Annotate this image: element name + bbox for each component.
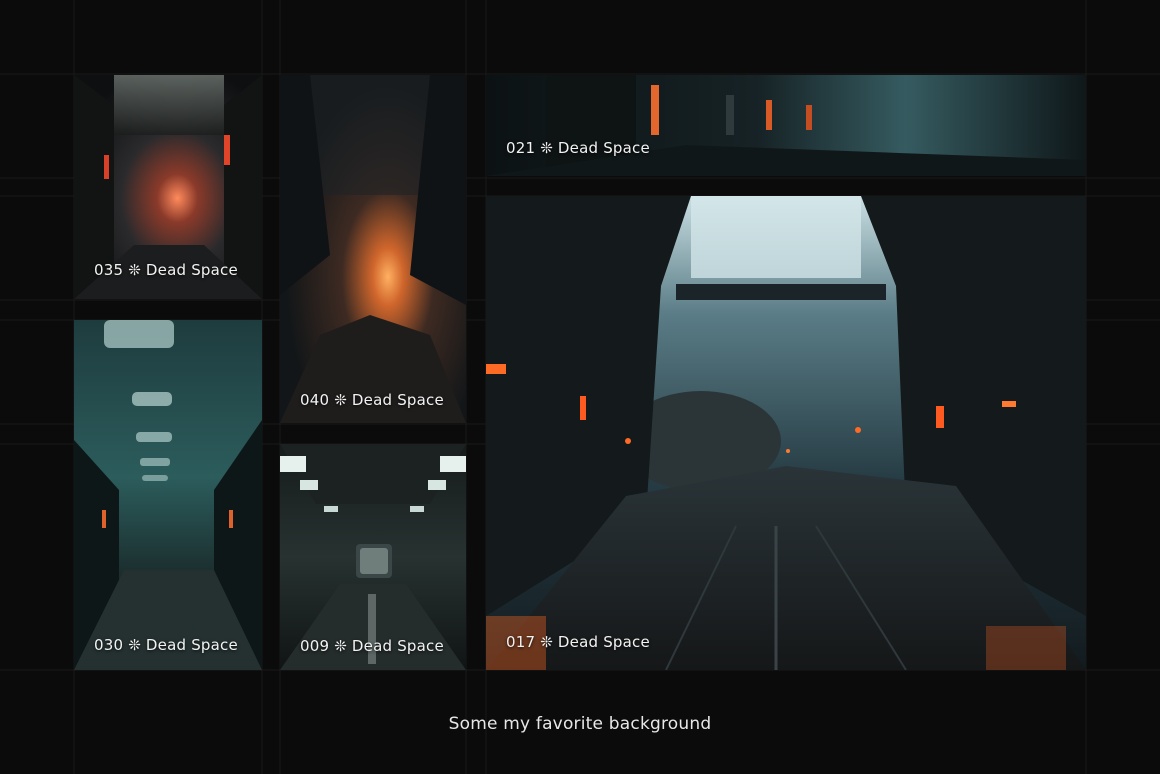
hangar-image-017: [486, 196, 1086, 670]
footer-caption: Some my favorite background: [448, 714, 712, 734]
gallery-tile-009[interactable]: 009 ❊ Dead Space: [280, 444, 466, 670]
corridor-image-030: [74, 320, 262, 670]
gallery-tile-021[interactable]: 021 ❊ Dead Space: [486, 75, 1086, 176]
tunnel-image-021: [486, 75, 1086, 176]
gallery-tile-030[interactable]: 030 ❊ Dead Space: [74, 320, 262, 670]
tile-caption-040: 040 ❊ Dead Space: [300, 391, 444, 409]
tile-caption-030: 030 ❊ Dead Space: [94, 636, 238, 654]
cavern-image-040: [280, 75, 466, 423]
tile-caption-021: 021 ❊ Dead Space: [506, 139, 650, 157]
gallery-tile-035[interactable]: 035 ❊ Dead Space: [74, 75, 262, 299]
gallery-tile-040[interactable]: 040 ❊ Dead Space: [280, 75, 466, 423]
tile-caption-009: 009 ❊ Dead Space: [300, 637, 444, 655]
tile-caption-017: 017 ❊ Dead Space: [506, 633, 650, 651]
gallery-tile-017[interactable]: 017 ❊ Dead Space: [486, 196, 1086, 670]
tile-caption-035: 035 ❊ Dead Space: [94, 261, 238, 279]
